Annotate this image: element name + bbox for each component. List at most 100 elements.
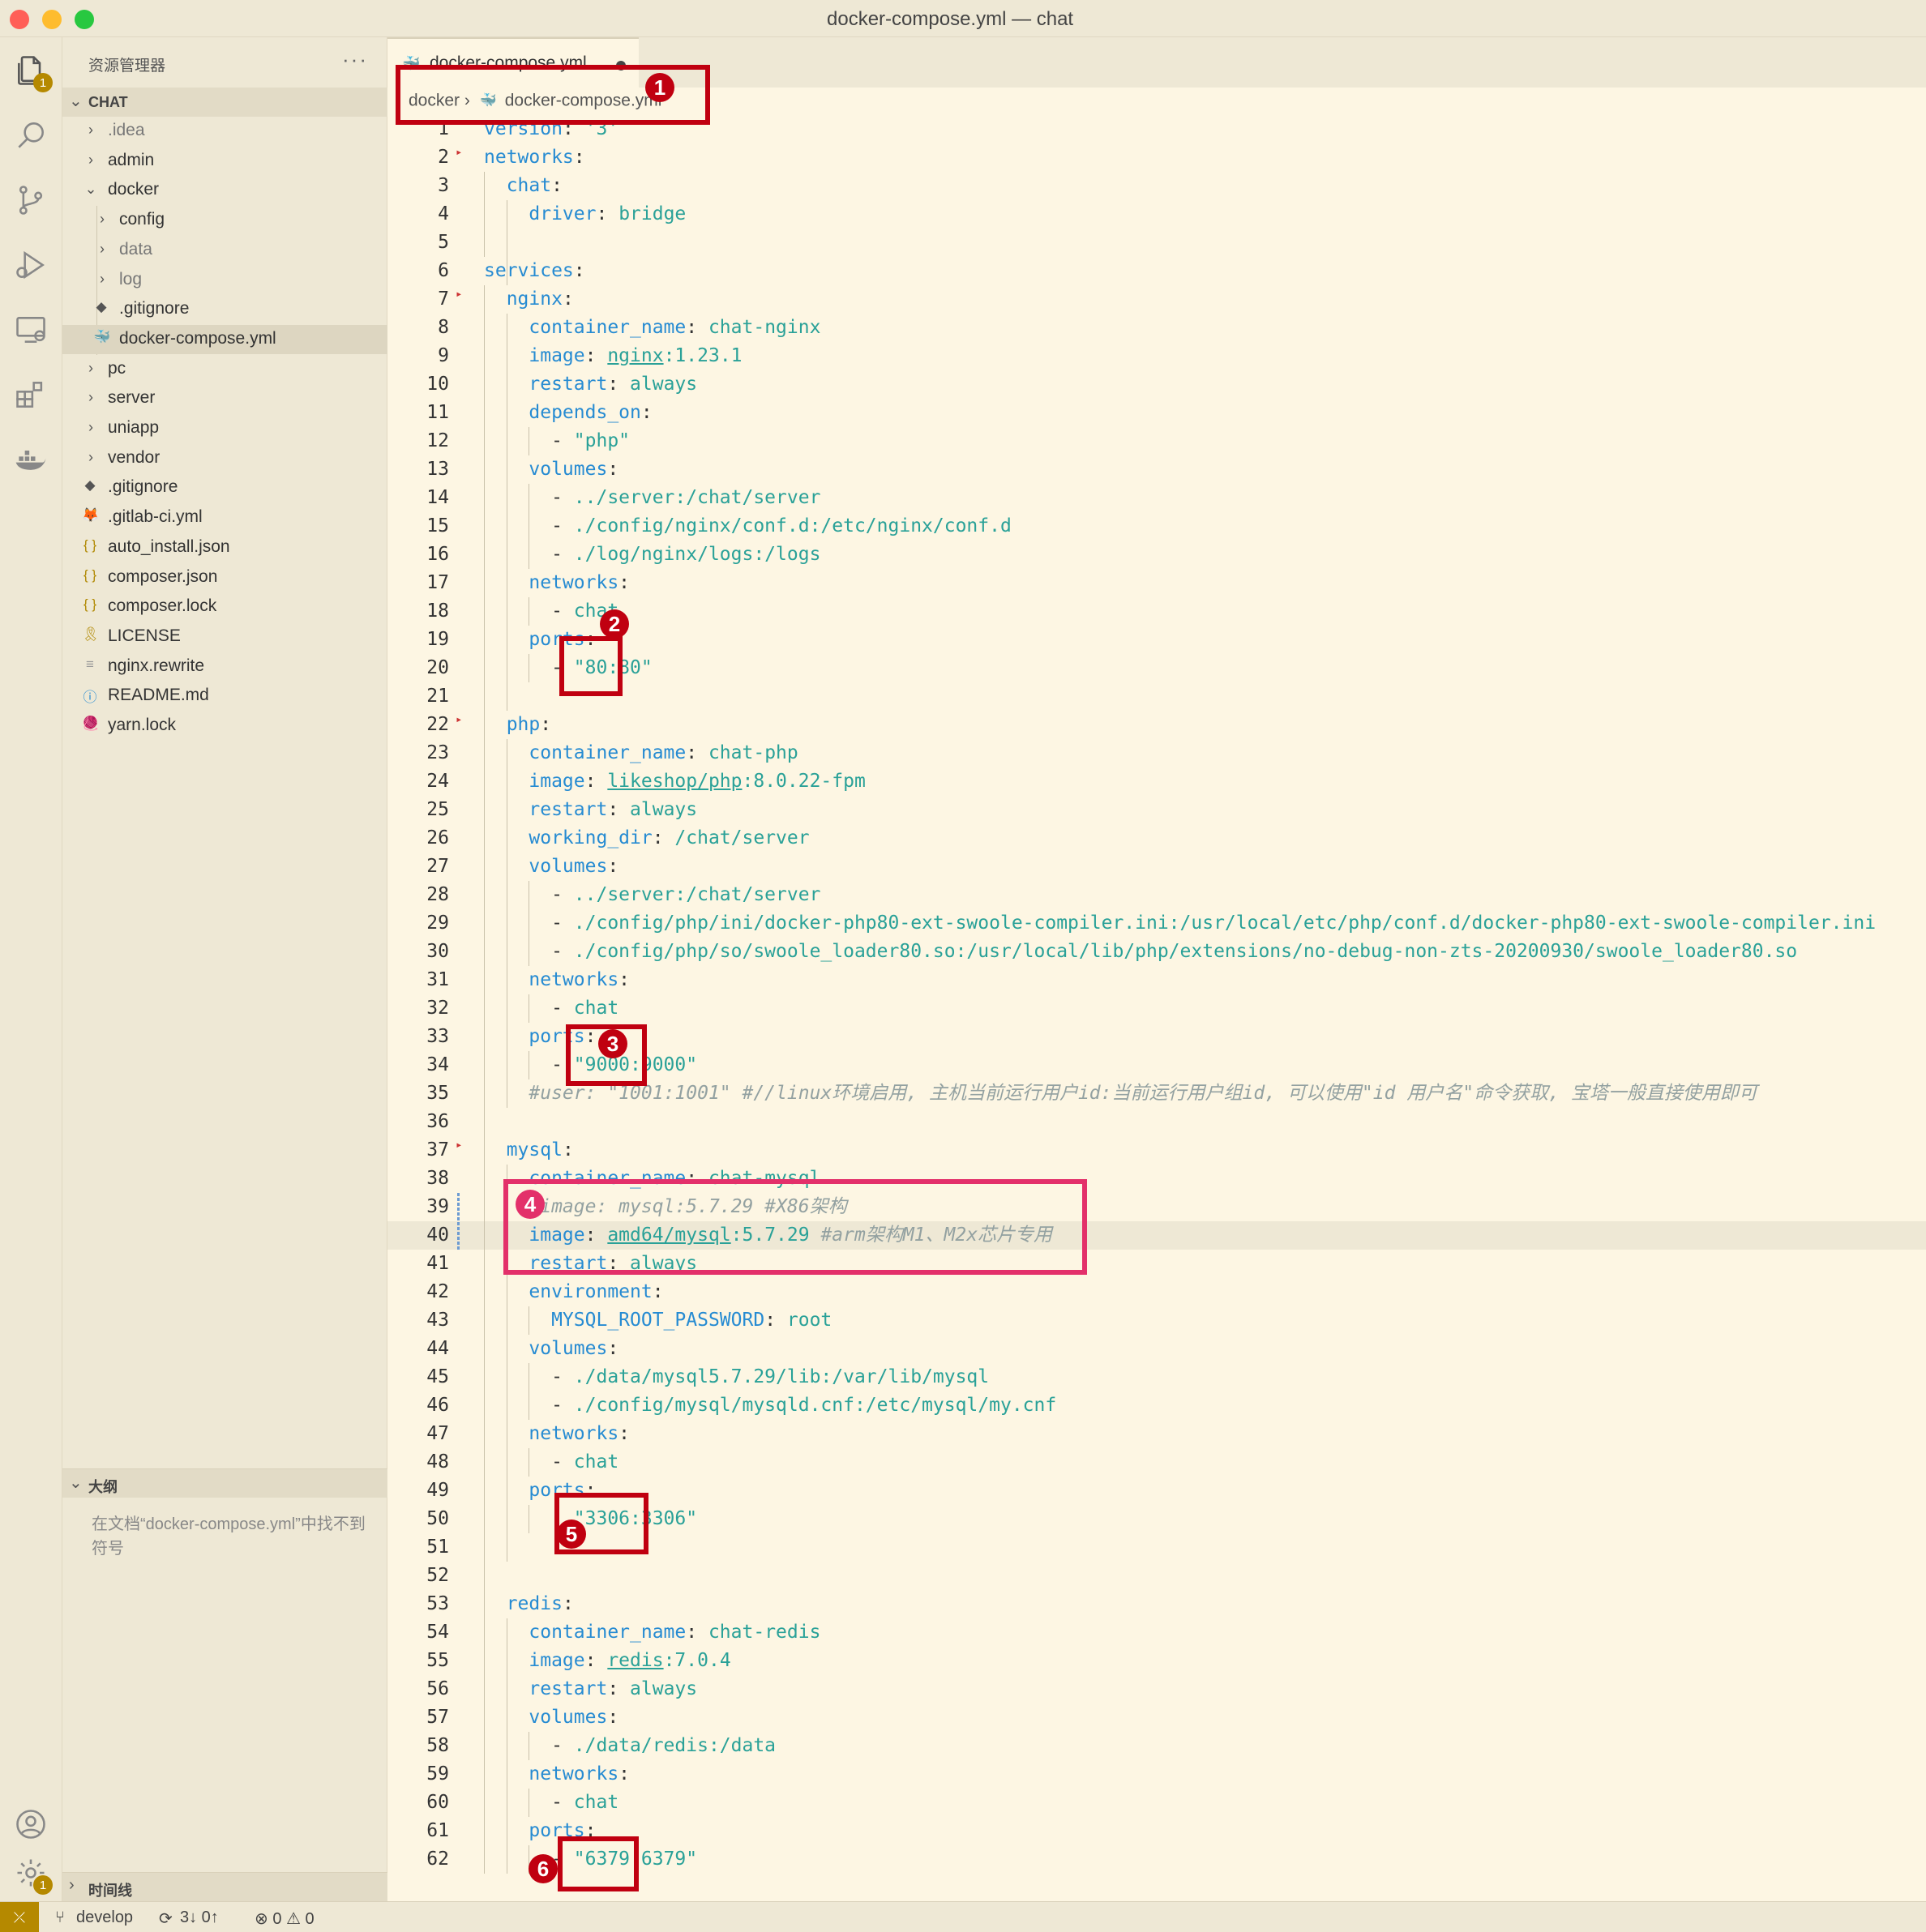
problems-count[interactable]: ⊗ 0 ⚠ 0 (255, 1908, 315, 1929)
remote-icon[interactable]: ⤫ (0, 1902, 39, 1932)
code-token: ./config/php/so/swoole_loader80.so:/usr/… (573, 941, 1798, 962)
tree-folder[interactable]: › vendor (62, 444, 387, 473)
code-text: container_name: chat-nginx (484, 314, 820, 342)
fold-marker-icon[interactable]: ▸ (456, 1131, 462, 1160)
code-token: php (484, 714, 541, 735)
line-number: 55 (426, 1650, 449, 1671)
code-text: nginx: (484, 285, 574, 314)
code-token: restart (484, 374, 608, 395)
git-sync-status[interactable]: 3↓ 0↑ (180, 1908, 219, 1927)
tree-folder[interactable]: ⌄ docker (62, 176, 387, 205)
account-icon[interactable] (11, 1804, 51, 1844)
line-number: 8 (438, 317, 449, 338)
tree-item-label: .gitignore (108, 477, 178, 497)
line-number: 23 (426, 742, 449, 763)
code-token: volumes (484, 459, 608, 480)
line-number: 59 (426, 1763, 449, 1785)
docker-icon[interactable] (11, 439, 51, 480)
tree-file[interactable]: 🦊 .gitlab-ci.yml (62, 503, 387, 532)
code-token: : (686, 317, 708, 338)
line-number: 43 (426, 1310, 449, 1331)
code-text: - ./data/mysql5.7.29/lib:/var/lib/mysql (484, 1363, 989, 1391)
info-file-icon: ⓘ (83, 690, 97, 706)
code-token: : (584, 1650, 608, 1671)
git-branch[interactable]: develop (76, 1908, 133, 1927)
chevron-down-icon: ⌄ (69, 92, 83, 110)
outline-section-header[interactable]: ⌄ 大纲 (62, 1468, 387, 1498)
code-token: restart (484, 799, 608, 820)
license-file-icon: 🎗 (82, 626, 100, 642)
tree-folder[interactable]: › config (62, 206, 387, 235)
line-number: 22 (426, 714, 449, 735)
tree-file[interactable]: { } composer.json (62, 563, 387, 592)
timeline-section-header[interactable]: › 时间线 (62, 1872, 387, 1901)
code-token: ./data/mysql5.7.29/lib:/var/lib/mysql (573, 1366, 990, 1387)
explorer-icon[interactable]: 1 (11, 50, 53, 92)
source-control-icon[interactable] (11, 180, 51, 220)
run-debug-icon[interactable] (11, 245, 51, 285)
settings-gear-icon[interactable]: 1 (11, 1853, 53, 1895)
line-number: 58 (426, 1735, 449, 1756)
line-number: 25 (426, 799, 449, 820)
annotation-box-6 (558, 1836, 639, 1891)
tree-file[interactable]: { } auto_install.json (62, 533, 387, 562)
annotation-badge-1: 1 (645, 73, 674, 102)
code-line: 12 - "php" (387, 427, 1926, 455)
code-token: mysql (484, 1139, 563, 1160)
code-line: 24 image: likeshop/php:8.0.22-fpm (387, 767, 1926, 796)
tree-file[interactable]: { } composer.lock (62, 592, 387, 622)
tree-folder[interactable]: › data (62, 236, 387, 265)
code-line: 4 driver: bridge (387, 200, 1926, 229)
tree-item-label: composer.json (108, 566, 218, 586)
tree-file[interactable]: ≡ nginx.rewrite (62, 652, 387, 682)
tree-folder[interactable]: › pc (62, 355, 387, 384)
tree-file[interactable]: 🎗 LICENSE (62, 622, 387, 652)
tree-folder[interactable]: › .idea (62, 117, 387, 146)
status-bar: ⤫ ⑂ develop ⟳ 3↓ 0↑ ⊗ 0 ⚠ 0 (0, 1901, 1926, 1932)
fold-marker-icon[interactable]: ▸ (456, 139, 462, 167)
git-file-icon: ◆ (96, 299, 107, 315)
line-number: 34 (426, 1054, 449, 1075)
line-number: 49 (426, 1480, 449, 1501)
more-actions-button[interactable]: ··· (342, 47, 368, 72)
line-number: 13 (426, 459, 449, 480)
tree-folder[interactable]: › log (62, 266, 387, 295)
code-line: 11 depends_on: (387, 399, 1926, 427)
extensions-icon[interactable] (11, 374, 51, 415)
code-line: 28 - ../server:/chat/server (387, 881, 1926, 909)
code-line: 36 (387, 1108, 1926, 1136)
chevron-right-icon: › (88, 151, 93, 168)
search-icon[interactable] (11, 115, 51, 156)
tree-item-label: docker (108, 180, 160, 199)
tree-folder[interactable]: › uniapp (62, 414, 387, 443)
line-number: 48 (426, 1451, 449, 1473)
code-line: 6 services: (387, 257, 1926, 285)
chevron-right-icon: › (88, 419, 93, 435)
line-number: 39 (426, 1196, 449, 1217)
tree-file[interactable]: ⓘ README.md (62, 682, 387, 711)
remote-explorer-icon[interactable] (11, 310, 51, 350)
code-token: bridge (618, 203, 687, 224)
sidebar-header: 资源管理器 ··· (62, 37, 387, 88)
tree-file[interactable]: 🧶 yarn.lock (62, 712, 387, 741)
tree-file[interactable]: ◆ .gitignore (62, 295, 387, 324)
sidebar-title: 资源管理器 (88, 58, 166, 75)
tree-file[interactable]: ◆ .gitignore (62, 473, 387, 502)
code-token: : (618, 969, 631, 990)
code-token: : (607, 374, 631, 395)
code-token: : (764, 1310, 787, 1331)
line-number: 53 (426, 1593, 449, 1614)
chevron-right-icon: › (88, 359, 93, 376)
code-token: chat (573, 1792, 619, 1813)
git-file-icon: ◆ (84, 477, 96, 494)
fold-marker-icon[interactable]: ▸ (456, 706, 462, 734)
workspace-section-header[interactable]: ⌄ CHAT (62, 88, 387, 117)
code-token: : (618, 572, 631, 593)
tree-file[interactable]: 🐳 docker-compose.yml (62, 324, 387, 354)
code-token: : (607, 799, 631, 820)
modified-lines-gutter-marker[interactable] (457, 1193, 460, 1250)
tree-folder[interactable]: › admin (62, 147, 387, 176)
fold-marker-icon[interactable]: ▸ (456, 280, 462, 309)
tree-folder[interactable]: › server (62, 384, 387, 413)
line-number: 10 (426, 374, 449, 395)
